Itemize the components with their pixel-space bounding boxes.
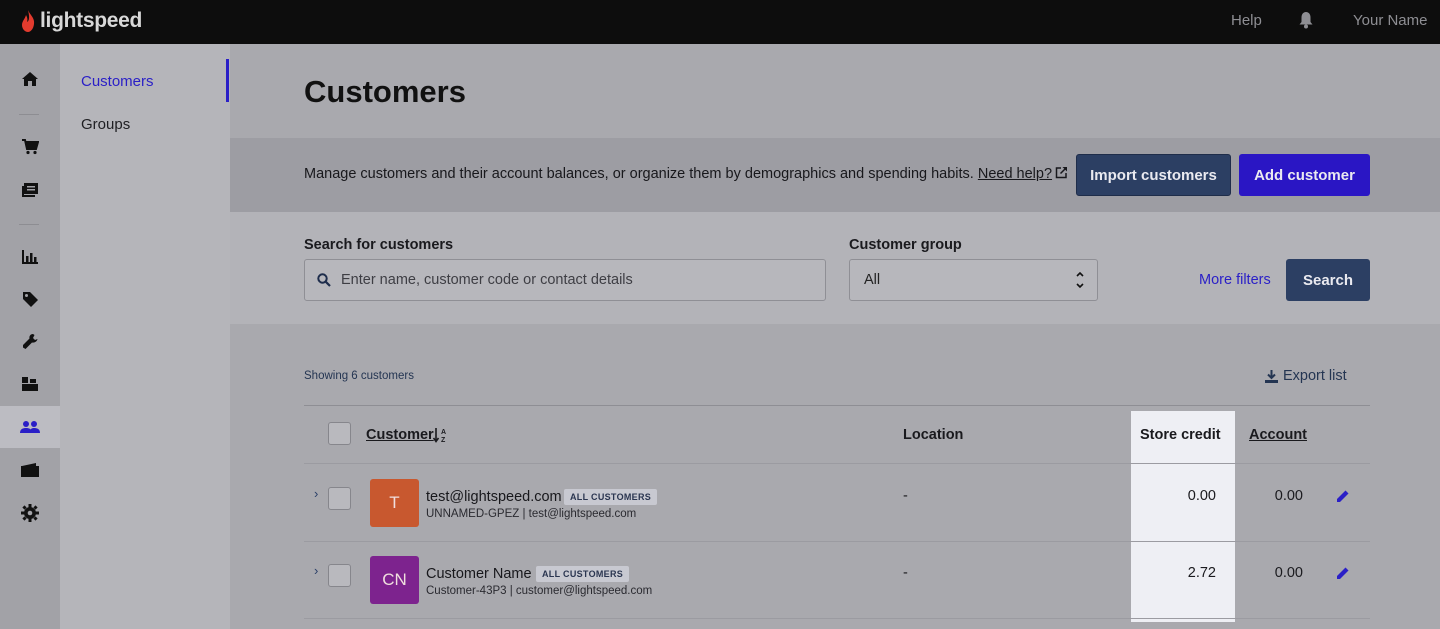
svg-text:Z: Z [441, 437, 446, 443]
customer-code-email: UNNAMED-GPEZ | test@lightspeed.com [426, 508, 637, 520]
brand-logo[interactable]: lightspeed [20, 9, 142, 33]
subnav-item-groups[interactable]: Groups [81, 116, 130, 133]
group-badge: ALL CUSTOMERS [536, 566, 630, 582]
catalog-icon[interactable] [0, 169, 60, 211]
search-button[interactable]: Search [1286, 259, 1370, 301]
svg-text:A: A [441, 429, 446, 436]
top-bar: lightspeed Help Your Name [0, 0, 1440, 44]
search-field[interactable] [304, 259, 826, 301]
table-top-border [304, 405, 1370, 406]
rail-divider [19, 224, 39, 225]
subnav-item-customers[interactable]: Customers [81, 73, 154, 90]
column-header-location: Location [903, 427, 964, 443]
location-value: - [903, 488, 908, 504]
location-value: - [903, 565, 908, 581]
user-menu[interactable]: Your Name [1353, 12, 1428, 29]
customer-group-select[interactable]: All [849, 259, 1098, 301]
customer-group-value: All [864, 272, 881, 288]
column-header-customer[interactable]: Customer [366, 427, 434, 443]
store-credit-value: 2.72 [1187, 565, 1216, 581]
reports-icon[interactable] [0, 236, 60, 278]
secondary-nav: Customers Groups [60, 44, 230, 629]
external-link-icon [1055, 166, 1068, 179]
cart-icon[interactable] [0, 126, 60, 168]
export-list-button[interactable]: Export list [1265, 368, 1347, 384]
avatar: T [370, 479, 419, 527]
customer-group-label: Customer group [849, 237, 962, 253]
icon-rail [0, 44, 60, 629]
export-label: Export list [1283, 368, 1347, 384]
sort-alpha-icon[interactable]: AZ [433, 427, 448, 443]
help-link[interactable]: Help [1231, 12, 1262, 29]
rail-divider [19, 114, 39, 115]
expand-chevron-icon[interactable]: › [314, 563, 318, 578]
description-text: Manage customers and their account balan… [304, 166, 974, 182]
column-header-account[interactable]: Account [1249, 427, 1307, 443]
edit-pencil-icon[interactable] [1336, 489, 1350, 503]
customers-icon[interactable] [0, 406, 60, 448]
customer-name[interactable]: test@lightspeed.com [426, 489, 562, 505]
page-description: Manage customers and their account balan… [304, 166, 1068, 182]
customer-name[interactable]: Customer Name [426, 566, 532, 582]
search-icon [317, 273, 331, 287]
results-count: Showing 6 customers [304, 370, 414, 382]
more-filters-link[interactable]: More filters [1199, 272, 1271, 288]
need-help-link[interactable]: Need help? [978, 166, 1052, 182]
wallet-icon[interactable] [0, 449, 60, 491]
account-value: 0.00 [1274, 488, 1303, 504]
expand-chevron-icon[interactable]: › [314, 486, 318, 501]
store-credit-value: 0.00 [1187, 488, 1216, 504]
brand-name: lightspeed [40, 9, 143, 32]
column-header-store-credit: Store credit [1140, 427, 1221, 443]
account-value: 0.00 [1274, 565, 1303, 581]
select-arrows-icon [1076, 271, 1084, 289]
group-badge: ALL CUSTOMERS [564, 489, 658, 505]
add-customer-button[interactable]: Add customer [1239, 154, 1370, 196]
import-customers-button[interactable]: Import customers [1076, 154, 1231, 196]
row-checkbox[interactable] [328, 487, 351, 510]
page-title: Customers [304, 74, 466, 109]
avatar: CN [370, 556, 419, 604]
customer-code-email: Customer-43P3 | customer@lightspeed.com [426, 585, 653, 597]
home-icon[interactable] [0, 58, 60, 100]
flame-icon [22, 10, 35, 32]
row-divider [304, 618, 1370, 619]
tag-icon[interactable] [0, 278, 60, 320]
row-checkbox[interactable] [328, 564, 351, 587]
select-all-checkbox[interactable] [328, 422, 351, 445]
search-label: Search for customers [304, 237, 454, 253]
row-divider [304, 541, 1370, 542]
bell-icon[interactable] [1298, 11, 1314, 34]
header-divider [304, 463, 1370, 464]
active-nav-indicator [226, 59, 229, 102]
inventory-icon[interactable] [0, 363, 60, 405]
search-input[interactable] [341, 272, 801, 288]
gear-icon[interactable] [0, 492, 60, 534]
wrench-icon[interactable] [0, 320, 60, 362]
download-icon [1265, 369, 1278, 383]
edit-pencil-icon[interactable] [1336, 566, 1350, 580]
